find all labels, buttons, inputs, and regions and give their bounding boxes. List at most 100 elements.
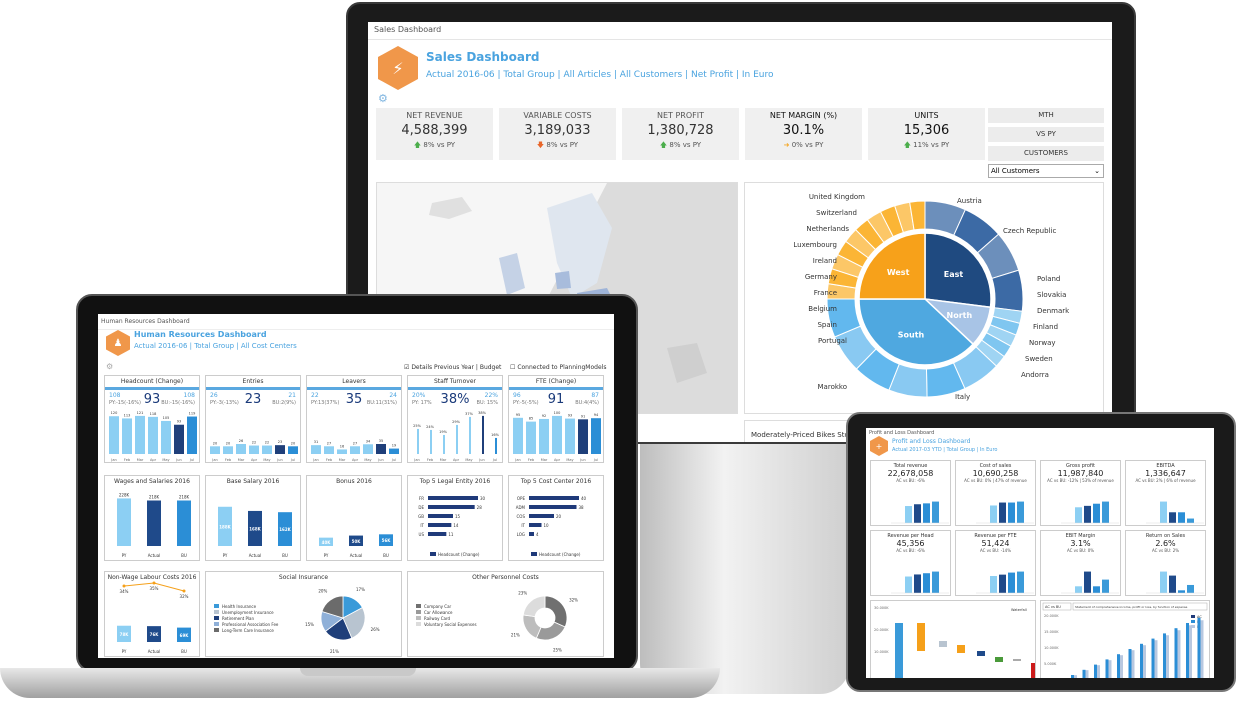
breadcrumb[interactable]: Actual 2016-06 | Total Group | All Cost … <box>134 342 297 350</box>
kpi-variable-costs[interactable]: VARIABLE COSTS 3,189,033 🡇 8% vs PY <box>499 108 616 160</box>
month-label: Jul <box>492 458 497 462</box>
category-label: ADM <box>516 505 526 510</box>
bar <box>1187 584 1194 593</box>
country-label: Austria <box>957 197 982 205</box>
kpi-value: 1,380,728 <box>647 123 714 138</box>
bar-label: 22 <box>252 441 256 445</box>
bar-value: 162K <box>279 527 291 532</box>
pl-card-ebitda[interactable]: EBITDA 1,336,647 AC vs BU: 2% | 6% of re… <box>1125 460 1206 526</box>
waterfall-chart[interactable]: 30.000K 20.000K 10.000K Waterfall <box>871 601 1036 678</box>
breadcrumb[interactable]: Actual 2016-06 | Total Group | All Artic… <box>426 70 773 80</box>
category-label: PY <box>223 553 228 558</box>
kpi-net-profit[interactable]: NET PROFIT 1,380,728 🡅 8% vs PY <box>622 108 739 160</box>
month-label: May <box>364 458 371 462</box>
top-5-legal-entity-2016-chart[interactable]: Top 5 Legal Entity 2016 FR 30 DE 28 GB 15 IT 14 U… <box>407 475 503 561</box>
details-checkbox[interactable]: ☑ Details Previous Year | Budget <box>404 364 501 371</box>
planning-checkbox[interactable]: ☐ Connected to PlanningModels <box>510 364 606 371</box>
kpi-card-1[interactable]: Entries 26 PY:-3(-13%) 23 21 BU:2(9%) 20 Jan… <box>205 375 301 463</box>
waterfall-toggle-label: Waterfall <box>1011 608 1027 612</box>
statement-select-value: Statement of comprehensive income, profi… <box>1075 605 1188 609</box>
bar <box>923 503 930 523</box>
bar-value: 188K <box>219 524 231 529</box>
pl-card-revenue-per-head[interactable]: Revenue per Head 45,356 AC vs BU: -6% <box>870 530 951 596</box>
kpi-card-4[interactable]: FTE (Change) 96 PY:-5(-5%) 91 87 BU:4(4%) 9… <box>508 375 604 463</box>
kpi-units[interactable]: UNITS 15,306 🡅 11% vs PY <box>868 108 985 160</box>
bar-label: 92 <box>542 414 546 418</box>
ac-bar <box>1163 633 1166 678</box>
arrow-up-icon: 🡅 <box>413 141 422 149</box>
legend-label: Voluntary Social Expenses <box>424 622 477 627</box>
customer-select[interactable]: ⌄ All Customers <box>988 164 1104 178</box>
bar-label: 29% <box>452 420 460 424</box>
kpi-net-revenue[interactable]: NET REVENUE 4,588,399 🡅 8% vs PY <box>376 108 493 160</box>
waterfall-bar-7 <box>1031 663 1035 678</box>
vertical-bar-chart: 188K PY 168K Actual 162K BU <box>218 506 292 558</box>
other-personnel-costs-chart[interactable]: Other Personnel Costs Company Car Car Allo… <box>407 571 604 657</box>
bar <box>905 576 912 593</box>
country-label: Spain <box>817 321 837 329</box>
ac-bar <box>1151 638 1155 678</box>
kpi-net-margin[interactable]: NET MARGIN (%) 30.1% ➜ 0% vs PY <box>745 108 862 160</box>
bar-label: 113 <box>124 413 131 417</box>
py-bar <box>1108 660 1112 678</box>
bar-label: 20 <box>213 441 217 445</box>
bar-Apr <box>249 445 259 454</box>
pl-card-revenue-per-fte[interactable]: Revenue per FTE 51,424 AC vs BU: -14% <box>955 530 1036 596</box>
pl-card-return-on-sales[interactable]: Return on Sales 2.6% AC vs BU: 2% <box>1125 530 1206 596</box>
pl-card-ebit-margin[interactable]: EBIT Margin 3.1% AC vs BU: 0% <box>1040 530 1121 596</box>
vs-py-button[interactable]: VS PY <box>988 127 1104 142</box>
base-salary-2016-chart[interactable]: Base Salary 2016 188K PY 168K Actual 162K BU <box>205 475 301 561</box>
sunburst-chart[interactable]: East North South West United Kingdom Switzerl… <box>745 183 1105 415</box>
map-denmark[interactable] <box>555 271 571 289</box>
top-5-cost-center-2016-chart[interactable]: Top 5 Cost Center 2016 OPE 40 ADM 38 COS 20 IT 1… <box>508 475 604 561</box>
month-label: Mar <box>339 458 346 462</box>
gear-icon[interactable]: ⚙ <box>106 362 113 371</box>
kpi-value: 3,189,033 <box>524 123 591 138</box>
kpi-delta: 11% vs PY <box>913 141 950 149</box>
monthly-bar-chart[interactable]: AC vs BU Statement of comprehensive incom… <box>1041 601 1210 678</box>
mini-bar-chart <box>891 501 949 524</box>
category-label: US <box>419 532 425 537</box>
pct-label: 34% <box>120 589 129 594</box>
month-label: Mar <box>440 458 447 462</box>
axis-label: 5.000K <box>1044 662 1057 666</box>
wages-and-salaries-2016-chart[interactable]: Wages and Salaries 2016 228K PY 218K Actual 2… <box>104 475 200 561</box>
customer-select-value: All Customers <box>991 167 1040 175</box>
page-title: Profit and Loss Dashboard <box>892 438 971 445</box>
legend-label: Health Insurance <box>222 604 257 609</box>
pl-card-gross-profit[interactable]: Gross profit 11,987,840 AC vs BU: -12% |… <box>1040 460 1121 526</box>
pl-card-total-revenue[interactable]: Total revenue 22,678,058 AC vs BU: -6% <box>870 460 951 526</box>
bar <box>1017 501 1024 523</box>
non-wage-labour-costs-2016-chart[interactable]: Non-Wage Labour Costs 2016 78K PY 76K Actual… <box>104 571 200 657</box>
kpi-card-3[interactable]: Staff Turnover 20% PY: 17% 38% 22% BU: 15%… <box>407 375 503 463</box>
bonus-2016-chart[interactable]: Bonus 2016 40K PY 50K Actual 56K BU <box>306 475 402 561</box>
bar-Jun <box>376 444 386 454</box>
kpi-bar-chart: 95 Jan 85 Feb 92 Mar 100 Apr 93 May 91 Jun 94 Jul <box>513 411 601 462</box>
gear-icon[interactable]: ⚙ <box>378 92 388 105</box>
pct-label: 35% <box>150 586 159 591</box>
slice-label: 23% <box>518 590 527 595</box>
bar-US <box>428 532 447 536</box>
country-label: Italy <box>955 393 970 401</box>
py-bar <box>1097 665 1100 678</box>
mth-button[interactable]: MTH <box>988 108 1104 123</box>
breadcrumb[interactable]: Actual 2017-03 YTD | Total Group | In Eu… <box>892 447 997 453</box>
country-label: United Kingdom <box>809 193 865 201</box>
ac-bar <box>1174 628 1178 678</box>
bar-label: 20 <box>226 441 230 445</box>
bar <box>1178 590 1185 593</box>
waterfall-bar-6 <box>1013 659 1021 661</box>
kpi-card-0[interactable]: Headcount (Change) 108 PY:-15(-16%) 93 10… <box>104 375 200 463</box>
axis-label: 10.000K <box>1044 646 1059 650</box>
month-label: Jun <box>478 458 484 462</box>
bar-Jul <box>389 448 399 454</box>
customers-button[interactable]: CUSTOMERS <box>988 146 1104 161</box>
legend-label: Railway Card <box>424 616 451 621</box>
country-label: Portugal <box>818 337 847 345</box>
bar-label: 95 <box>516 413 520 417</box>
month-label: Feb <box>225 458 232 462</box>
bar-value: 168K <box>249 526 261 531</box>
pl-card-cost-of-sales[interactable]: Cost of sales 10,690,258 AC vs BU: 0% | … <box>955 460 1036 526</box>
social-insurance-chart[interactable]: Social Insurance Health Insurance Unemploy… <box>205 571 402 657</box>
kpi-card-2[interactable]: Leavers 22 PY:13(37%) 35 24 BU:11(31%) 31 Ja… <box>306 375 402 463</box>
